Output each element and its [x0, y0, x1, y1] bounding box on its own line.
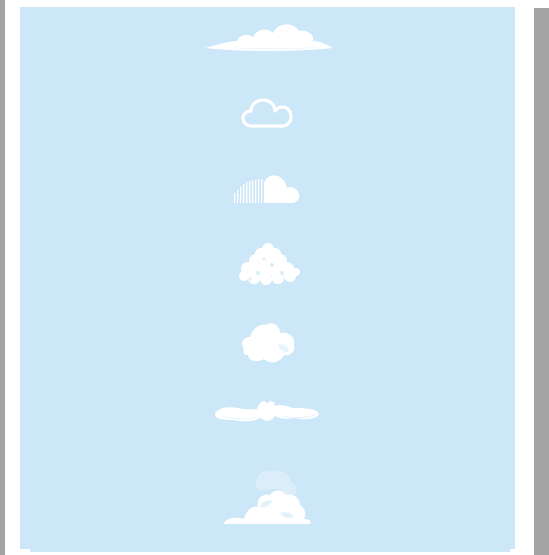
cloud-icon-sheet — [20, 7, 515, 549]
outline-cloud-icon — [241, 98, 293, 128]
right-frame-edge — [534, 8, 549, 555]
left-frame-edge — [0, 0, 5, 555]
puffy-cloud-icon — [242, 323, 295, 363]
fluffy-cumulus-cloud-icon — [239, 243, 300, 285]
tall-cumulonimbus-cloud-icon — [224, 470, 311, 524]
stratus-cloud-icon — [205, 24, 333, 51]
soundcloud-style-cloud-icon — [234, 175, 300, 203]
wispy-elongated-cloud-icon — [215, 401, 319, 422]
sheet-bottom-lip — [30, 549, 510, 552]
